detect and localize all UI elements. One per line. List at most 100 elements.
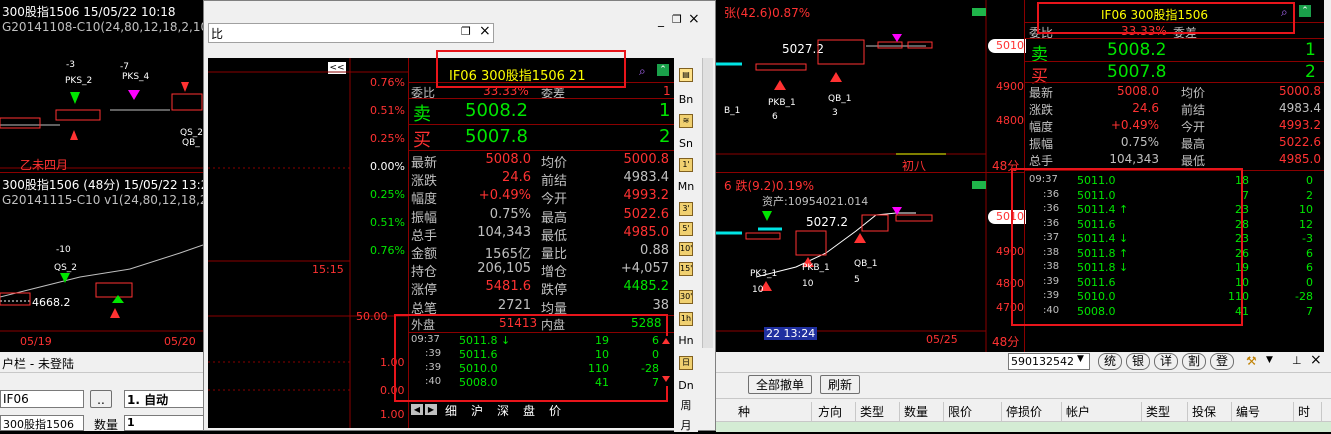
toolbar-dn[interactable]: Dn	[676, 378, 696, 394]
quote-label: 最新	[411, 156, 438, 171]
action-button-deng[interactable]: 登	[1210, 353, 1234, 370]
tab-detail[interactable]: 细	[445, 402, 457, 419]
mode-select[interactable]: 1. 自动	[124, 390, 204, 408]
price-axis-tag: 5010	[988, 39, 1026, 53]
popup-titlebar[interactable]: 比 ❐ ×	[208, 23, 494, 43]
sell-label: 卖	[413, 104, 431, 125]
left-chart-top[interactable]: 300股指1506 15/05/22 10:18 G20141108-C10(2…	[0, 0, 216, 172]
tick-delta: 6	[1306, 261, 1313, 274]
right-chart-bottom[interactable]: 6 跌(9.2)0.19% 资产:10954021.014 5027.2 PKB…	[716, 172, 1026, 353]
col-header[interactable]: 停损价	[1002, 402, 1062, 422]
buy-label: 买	[413, 130, 431, 151]
pct-tick: 0.25%	[370, 188, 405, 201]
tab-sh[interactable]: 沪	[471, 402, 483, 419]
toolbar-mn[interactable]: Mn	[676, 179, 696, 195]
account-select[interactable]: 590132542 ▼	[1008, 353, 1090, 370]
minimize-icon[interactable]: _	[658, 13, 664, 27]
expand-icon[interactable]: ⌃	[657, 64, 669, 76]
left-chart-bottom[interactable]: 300股指1506 (48分) 15/05/22 13:2 G20141115-…	[0, 172, 211, 353]
col-header[interactable]: 限价	[944, 402, 1002, 422]
action-button-xiang[interactable]: 详	[1154, 353, 1178, 370]
right-chart-top[interactable]: 张(42.6)0.87% 5027.2 PKB_1 QB_1 6 3 B_1 5…	[716, 0, 1026, 173]
tab-sz[interactable]: 深	[497, 402, 509, 419]
tab-price[interactable]: 价	[549, 402, 561, 419]
restore-icon[interactable]: ❐	[672, 13, 682, 26]
toolbar-month[interactable]: 月	[676, 418, 696, 434]
drag-handle-icon[interactable]	[972, 8, 986, 16]
quote-label: 最低	[541, 228, 568, 244]
qty-input[interactable]: 1	[124, 415, 204, 431]
toolbar-week[interactable]: 周	[676, 398, 696, 414]
quote-label: 跌停	[541, 283, 568, 299]
tab-pan[interactable]: 盘	[523, 402, 535, 419]
popup-vertical-scrollbar[interactable]	[702, 58, 713, 348]
action-button-yin[interactable]: 银	[1126, 353, 1150, 370]
col-header[interactable]: 时	[1294, 402, 1322, 422]
popup-restore-icon[interactable]: ❐	[461, 25, 471, 38]
tab-next-button[interactable]: ▶	[425, 404, 437, 415]
quote-value: 5000.8	[1279, 84, 1321, 98]
marker-label: QB_1	[854, 259, 878, 269]
expand-icon[interactable]: ⌃	[1299, 5, 1311, 17]
quote-value: 104,343	[477, 224, 531, 240]
marker-label: 10	[802, 279, 814, 289]
quote-label: 持仓	[411, 265, 438, 281]
highlight-box-ticks	[394, 314, 668, 402]
close-icon[interactable]: ×	[1310, 352, 1322, 368]
period-1-icon[interactable]: 1'	[679, 158, 693, 172]
quote-label: 金额	[411, 247, 438, 262]
toolbar-sn[interactable]: Sn	[676, 136, 696, 152]
col-header[interactable]: 方向	[814, 402, 856, 422]
col-header[interactable]: 数量	[900, 402, 944, 422]
period-10-icon[interactable]: 10'	[679, 242, 693, 256]
col-header[interactable]: 编号	[1232, 402, 1294, 422]
pct-tick: 0.00%	[370, 160, 405, 173]
chart-type-icon[interactable]: ▤	[679, 68, 693, 82]
col-header[interactable]: 类型	[1142, 402, 1188, 422]
left-top-footer: 乙未四月	[20, 158, 69, 172]
kline-icon[interactable]: ≋	[679, 114, 693, 128]
toolbar-hn[interactable]: Hn	[676, 333, 696, 349]
col-header[interactable]: 投保	[1188, 402, 1232, 422]
action-button-tong[interactable]: 统	[1098, 353, 1122, 370]
quote-label: 振幅	[411, 210, 438, 226]
code-input[interactable]: IF06	[0, 390, 84, 408]
period-3-icon[interactable]: 3'	[679, 202, 693, 216]
cancel-all-button[interactable]: 全部撤单	[748, 375, 812, 394]
quote-label: 幅度	[411, 192, 438, 208]
col-header[interactable]: 帐户	[1062, 402, 1142, 422]
col-header[interactable]: 种	[734, 402, 812, 422]
quote-value: 4985.0	[623, 224, 670, 240]
qty-value: 1	[127, 416, 135, 429]
pin-icon[interactable]: ⌕	[639, 64, 646, 79]
scroll-up-arrow-icon[interactable]	[662, 338, 670, 344]
close-icon[interactable]: ×	[688, 11, 700, 27]
period-5-icon[interactable]: 5'	[679, 222, 693, 236]
browse-button[interactable]: ..	[90, 390, 112, 408]
refresh-button[interactable]: 刷新	[820, 375, 860, 394]
period-1h-icon[interactable]: 1h	[679, 312, 693, 326]
scroll-down-arrow-icon[interactable]	[662, 376, 670, 382]
popup-close-icon[interactable]: ×	[479, 23, 491, 39]
quote-popup-window[interactable]: _ ❐ × 比 ❐ × << 0.76% 0.51% 0.25% 0.00% 0…	[203, 0, 716, 432]
tools-icon[interactable]: ⚒	[1246, 354, 1257, 368]
action-button-ge[interactable]: 割	[1182, 353, 1206, 370]
right-edge-scrollbar[interactable]	[1324, 0, 1331, 352]
period-15-icon[interactable]: 15'	[679, 262, 693, 276]
drag-handle-icon[interactable]	[972, 181, 986, 189]
period-day-icon[interactable]: 日	[679, 356, 693, 370]
left-top-chart-svg	[0, 82, 203, 169]
quote-value: 2721	[497, 297, 531, 313]
tab-prev-button[interactable]: ◀	[411, 404, 423, 415]
pin-window-icon[interactable]: ⊥	[1292, 354, 1302, 367]
code-value: IF06	[3, 392, 29, 406]
pct-tick: 0.51%	[370, 216, 405, 229]
period-30-icon[interactable]: 30'	[679, 290, 693, 304]
popup-scrollbar[interactable]	[660, 336, 672, 386]
col-header[interactable]: 类型	[856, 402, 900, 422]
chevron-down-icon[interactable]: ▼	[1077, 354, 1084, 364]
quote-value: 24.6	[502, 170, 531, 186]
dropdown-icon[interactable]: ▼	[1266, 355, 1273, 365]
toolbar-bn[interactable]: Bn	[676, 92, 696, 108]
tick-delta: 7	[1306, 304, 1313, 318]
